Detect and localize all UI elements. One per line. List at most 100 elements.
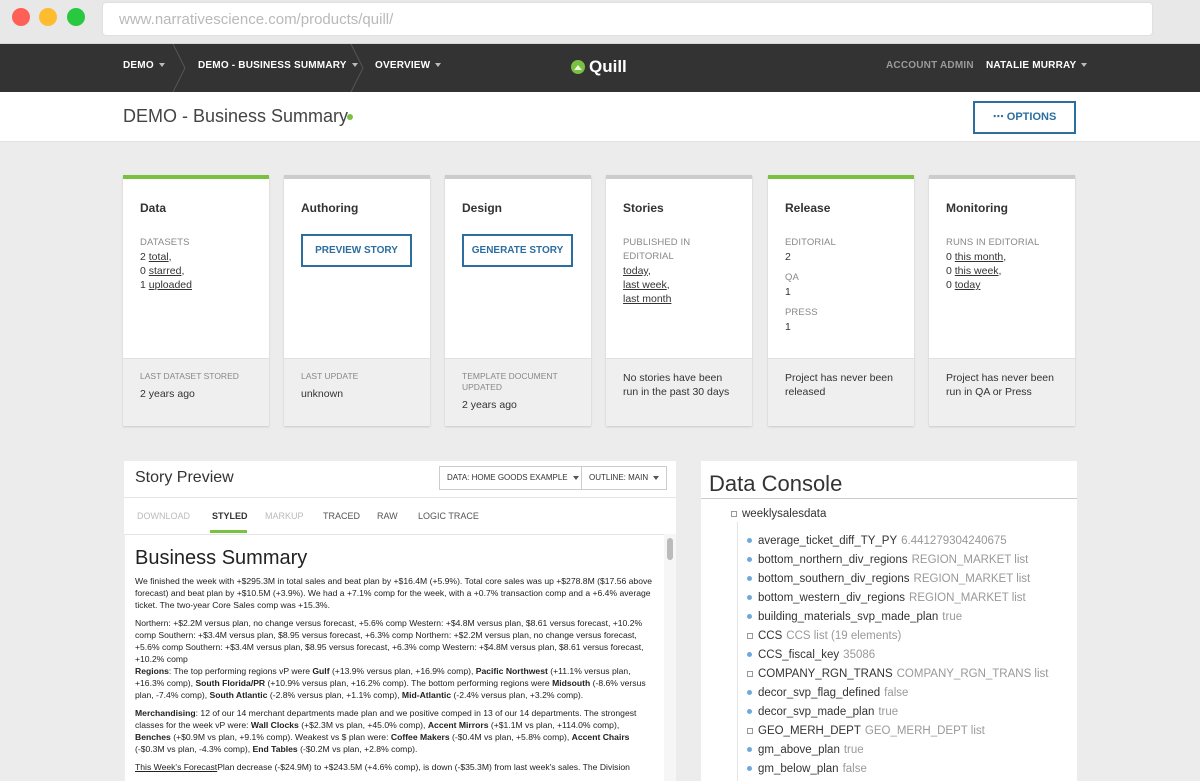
story-scrollbar[interactable] [664, 534, 676, 781]
address-bar[interactable]: www.narrativescience.com/products/quill/ [102, 2, 1153, 36]
user-menu-dropdown[interactable]: NATALIE MURRAY [986, 44, 1088, 92]
tree-item-key: COMPANY_RGN_TRANS [758, 667, 893, 680]
footer-label: LAST UPDATE [301, 371, 359, 381]
tree-guide-line [737, 522, 738, 781]
count: 0 [140, 265, 146, 277]
nav-demo-dropdown[interactable]: DEMO [123, 44, 165, 92]
story-paragraph: We finished the week with +$295.3M in to… [135, 576, 653, 610]
tree-item-key: average_ticket_diff_TY_PY [758, 534, 898, 547]
chevron-down-icon [435, 63, 442, 68]
card-footer: LAST UPDATE unknown [284, 358, 430, 426]
tree-item-key: GEO_MERH_DEPT [758, 724, 861, 737]
outline-select-value: OUTLINE: MAIN [589, 473, 649, 482]
tree-item[interactable]: CCS_fiscal_key 35086 [747, 645, 1049, 664]
tree-item-key: bottom_western_div_regions [758, 591, 906, 604]
nav-project-dropdown[interactable]: DEMO - BUSINESS SUMMARY [198, 44, 358, 92]
tree-item-value: REGION_MARKET list [909, 591, 1026, 604]
datasets-uploaded-link[interactable]: uploaded [149, 279, 192, 291]
tab-raw[interactable]: RAW [377, 511, 398, 521]
tree-item[interactable]: decor_svp_made_plan true [747, 702, 1049, 721]
stories-today-link[interactable]: today [623, 265, 648, 277]
options-button[interactable]: ⋯ OPTIONS [973, 101, 1076, 134]
chevron-down-icon [572, 475, 579, 480]
datasets-starred-link[interactable]: starred [149, 265, 182, 277]
tree-item[interactable]: building_materials_svp_made_plan true [747, 607, 1049, 626]
user-name: NATALIE MURRAY [986, 60, 1077, 71]
scrollbar-thumb[interactable] [667, 538, 673, 560]
preview-story-button[interactable]: PREVIEW STORY [301, 234, 412, 267]
bold-term: South Florida/PR [195, 678, 266, 688]
story-document: Business Summary We finished the week wi… [124, 534, 664, 781]
generate-story-button[interactable]: GENERATE STORY [462, 234, 573, 267]
tree-item-value: COMPANY_RGN_TRANS list [896, 667, 1049, 680]
bold-term: Benches [135, 732, 171, 742]
card-title: Stories [623, 201, 664, 215]
card-monitoring: Monitoring RUNS IN EDITORIAL 0 this mont… [929, 175, 1075, 426]
runs-this-month-link[interactable]: this month [955, 251, 1003, 263]
divider [701, 498, 1077, 499]
card-title: Authoring [301, 201, 359, 215]
bold-term: Wall Clocks [250, 720, 299, 730]
data-select[interactable]: DATA: HOME GOODS EXAMPLE [439, 466, 587, 490]
tree-item[interactable]: bottom_northern_div_regions REGION_MARKET… [747, 550, 1049, 569]
tree-item-value: REGION_MARKET list [911, 553, 1029, 566]
tree-item[interactable]: COMPANY_RGN_TRANS COMPANY_RGN_TRANS list [747, 664, 1049, 683]
comma: , [1003, 251, 1007, 263]
nav-overview-dropdown[interactable]: OVERVIEW [375, 44, 442, 92]
runs-today-link[interactable]: today [955, 279, 981, 291]
tree-item-value: false [884, 686, 909, 699]
tree-item[interactable]: bottom_western_div_regions REGION_MARKET … [747, 588, 1049, 607]
bullet-icon [747, 595, 752, 600]
tree-item-key: decor_svp_made_plan [758, 705, 875, 718]
tree-item[interactable]: gm_below_plan false [747, 759, 1049, 778]
runs-label: RUNS IN EDITORIAL [946, 237, 1040, 248]
chevron-down-icon [1081, 63, 1088, 68]
footer-label: TEMPLATE DOCUMENT UPDATED [462, 371, 558, 392]
forecast-link[interactable]: This Week's Forecast [135, 762, 217, 772]
outline-select[interactable]: OUTLINE: MAIN [581, 466, 668, 490]
stories-last-week-link[interactable]: last week [623, 279, 667, 291]
card-body: DATASETS 2 total, 0 starred, 1 uploaded [140, 236, 259, 292]
datasets-total-link[interactable]: total [149, 251, 169, 263]
account-admin-link[interactable]: ACCOUNT ADMIN [886, 44, 974, 92]
tab-traced[interactable]: TRACED [323, 511, 360, 521]
expand-icon[interactable] [747, 727, 753, 734]
tree-item[interactable]: bottom_southern_div_regions REGION_MARKET… [747, 569, 1049, 588]
expand-icon[interactable] [747, 670, 753, 677]
count: 2 [140, 251, 146, 263]
bold-term: Regions [135, 666, 169, 676]
qa-count: 1 [785, 286, 791, 298]
tree-item[interactable]: average_ticket_diff_TY_PY 6.4412793042406… [747, 531, 1049, 550]
tree-item[interactable]: decor_svp_flag_defined false [747, 683, 1049, 702]
story-paragraph-merchandising: Merchandising: 12 of our 14 merchant dep… [135, 707, 654, 755]
published-label: PUBLISHED IN EDITORIAL [623, 237, 691, 262]
maximize-window-button[interactable] [67, 8, 85, 26]
runs-this-week-link[interactable]: this week [955, 265, 999, 277]
tree-item[interactable]: CCS CCS list (19 elements) [747, 626, 1049, 645]
tree-item[interactable]: GEO_MERH_DEPT GEO_MERH_DEPT list [747, 721, 1049, 740]
close-window-button[interactable] [12, 8, 30, 26]
footer-value: Project has never been released [785, 372, 893, 398]
collapse-icon[interactable] [731, 511, 737, 517]
top-navigation: DEMO DEMO - BUSINESS SUMMARY OVERVIEW Qu… [0, 44, 1200, 92]
quill-logo[interactable]: Quill [571, 54, 627, 80]
card-authoring: Authoring PREVIEW STORY LAST UPDATE unkn… [284, 175, 430, 426]
stories-last-month-link[interactable]: last month [623, 293, 671, 305]
data-console-heading: Data Console [709, 471, 843, 496]
bold-term: End Tables [252, 744, 298, 754]
story-paragraph: Northern: +$2.2M versus plan, no change … [135, 618, 644, 664]
bold-term: Coffee Makers [390, 732, 450, 742]
tab-styled[interactable]: STYLED [212, 511, 248, 521]
text: Plan decrease (-$24.9M) to +$243.5M (+4.… [217, 762, 630, 772]
tab-logic-trace[interactable]: LOGIC TRACE [418, 511, 479, 521]
tab-download[interactable]: DOWNLOAD [137, 511, 190, 521]
tree-root-node[interactable]: weeklysalesdata [731, 508, 826, 520]
story-preview-panel: Story Preview DATA: HOME GOODS EXAMPLE O… [124, 461, 676, 781]
tree-item[interactable]: gm_above_plan true [747, 740, 1049, 759]
expand-icon[interactable] [747, 632, 753, 639]
runs-today-line: 0 today [946, 278, 1065, 292]
page-header: DEMO - Business Summary ⋯ OPTIONS [0, 92, 1200, 142]
text: (+$2.3M vs plan, +45.0% comp), [298, 720, 428, 730]
tab-markup[interactable]: MARKUP [265, 511, 304, 521]
minimize-window-button[interactable] [39, 8, 57, 26]
